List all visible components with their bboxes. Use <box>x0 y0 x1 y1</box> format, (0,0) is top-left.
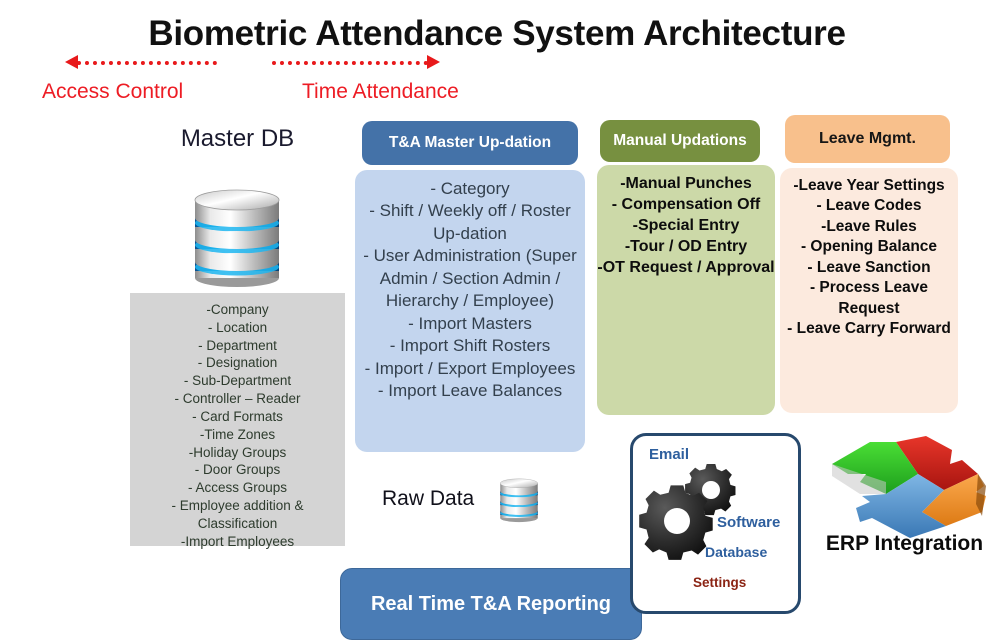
list-item[interactable]: - Import / Export Employees <box>355 358 585 380</box>
list-item[interactable]: - Department <box>130 337 345 355</box>
access-control-label: Access Control <box>42 80 184 103</box>
list-item[interactable]: - Leave Codes <box>780 196 958 216</box>
settings-software-label[interactable]: Software <box>717 514 780 531</box>
settings-box[interactable]: Email Software Database Settings <box>630 433 801 614</box>
raw-data-label: Raw Data <box>382 487 475 510</box>
access-control-arrow <box>65 55 217 69</box>
list-item[interactable]: -Leave Rules <box>780 217 958 237</box>
gear-large-icon <box>639 485 713 560</box>
list-item[interactable]: - Access Groups <box>130 479 345 497</box>
list-item[interactable]: - Location <box>130 319 345 337</box>
database-cylinder-icon <box>172 178 302 288</box>
tna-master-header[interactable]: T&A Master Up-dation <box>362 121 578 165</box>
list-item[interactable]: - Designation <box>130 354 345 372</box>
list-item[interactable]: - Compensation Off <box>597 194 775 215</box>
list-item[interactable]: - Controller – Reader <box>130 390 345 408</box>
arrow-line-right <box>272 61 428 65</box>
list-item[interactable]: -Leave Year Settings <box>780 176 958 196</box>
leave-mgmt-items-panel: -Leave Year Settings - Leave Codes -Leave … <box>780 168 958 413</box>
raw-data-database-icon <box>490 472 548 524</box>
list-item[interactable]: - User Administration (Super Admin / Sec… <box>355 245 585 312</box>
master-db-items-list: -Company - Location - Department - Designat… <box>130 293 345 550</box>
list-item[interactable]: - Leave Carry Forward <box>780 319 958 339</box>
list-item[interactable]: -OT Request / Approval <box>597 257 775 278</box>
manual-updations-header[interactable]: Manual Updations <box>600 120 760 162</box>
list-item[interactable]: - Category <box>355 178 585 200</box>
list-item[interactable]: - Import Masters <box>355 313 585 335</box>
list-item[interactable]: - Opening Balance <box>780 237 958 257</box>
realtime-reporting-bar[interactable]: Real Time T&A Reporting <box>340 568 642 640</box>
master-db-title: Master DB <box>180 125 295 152</box>
erp-integration-label: ERP Integration <box>825 532 984 555</box>
leave-mgmt-items-list: -Leave Year Settings - Leave Codes -Leave … <box>780 168 958 340</box>
list-item[interactable]: - Sub-Department <box>130 372 345 390</box>
list-item[interactable]: - Leave Sanction <box>780 258 958 278</box>
list-item[interactable]: - Process Leave Request <box>780 278 958 319</box>
manual-updations-items-panel: -Manual Punches - Compensation Off -Specia… <box>597 165 775 415</box>
settings-email-label[interactable]: Email <box>649 446 689 463</box>
page-title: Biometric Attendance System Architecture <box>148 14 846 53</box>
list-item[interactable]: - Import Shift Rosters <box>355 335 585 357</box>
list-item[interactable]: -Holiday Groups <box>130 444 345 462</box>
list-item[interactable]: - Import Leave Balances <box>355 380 585 402</box>
list-item[interactable]: - Employee addition & Classification <box>130 497 345 533</box>
manual-updations-items-list: -Manual Punches - Compensation Off -Specia… <box>597 165 775 279</box>
list-item[interactable]: -Import Employees <box>130 533 345 551</box>
tna-master-items-list: - Category - Shift / Weekly off / Roster … <box>355 170 585 402</box>
list-item[interactable]: -Time Zones <box>130 426 345 444</box>
list-item[interactable]: -Special Entry <box>597 215 775 236</box>
arrow-head-right-icon <box>427 55 440 69</box>
list-item[interactable]: -Tour / OD Entry <box>597 236 775 257</box>
list-item[interactable]: - Door Groups <box>130 461 345 479</box>
list-item[interactable]: - Card Formats <box>130 408 345 426</box>
erp-puzzle-icon <box>820 430 990 540</box>
list-item[interactable]: - Shift / Weekly off / Roster Up-dation <box>355 200 585 245</box>
time-attendance-label: Time Attendance <box>302 80 459 103</box>
leave-mgmt-header[interactable]: Leave Mgmt. <box>785 115 950 163</box>
master-db-items-panel: -Company - Location - Department - Designat… <box>130 293 345 549</box>
list-item[interactable]: -Manual Punches <box>597 173 775 194</box>
tna-master-items-panel: - Category - Shift / Weekly off / Roster … <box>355 170 585 452</box>
settings-database-label[interactable]: Database <box>705 544 767 560</box>
settings-settings-label[interactable]: Settings <box>693 575 746 590</box>
list-item[interactable]: -Company <box>130 301 345 319</box>
time-attendance-arrow <box>272 55 440 69</box>
arrow-line-left <box>77 61 217 65</box>
